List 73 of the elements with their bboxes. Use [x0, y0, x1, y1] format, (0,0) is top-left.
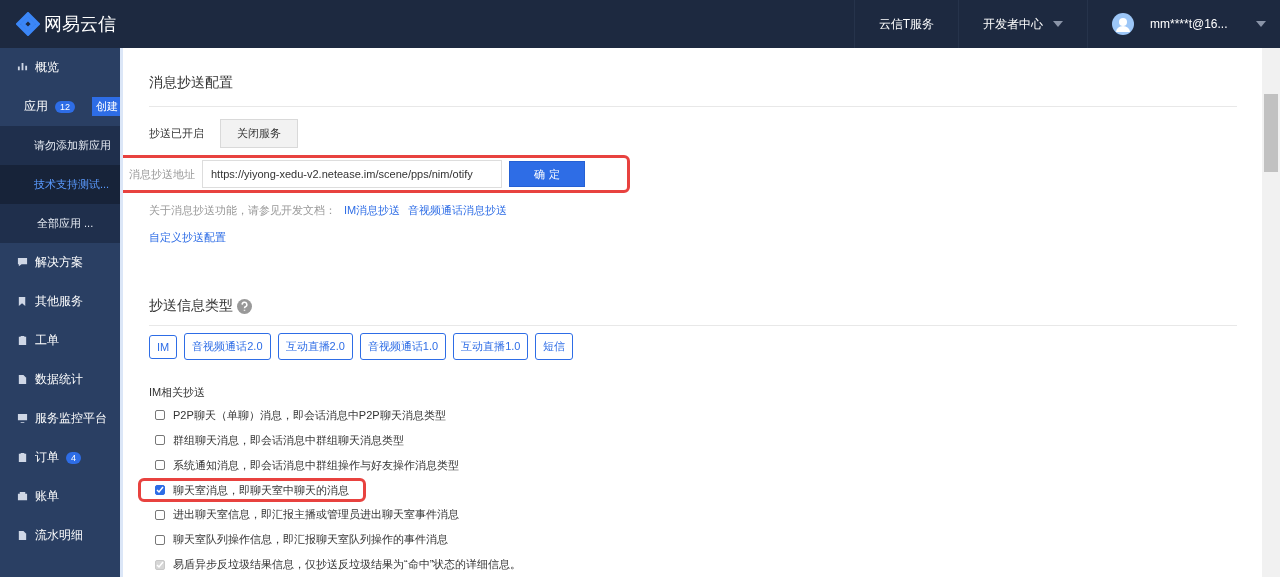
sidebar-label: 订单 — [35, 449, 59, 466]
type-tag[interactable]: IM — [149, 334, 178, 359]
section-title: 抄送信息类型 — [149, 297, 233, 315]
count-badge: 12 — [55, 100, 75, 113]
sidebar-item[interactable]: 应用 12 创建 — [0, 87, 120, 126]
option-label: 进出聊天室信息，即汇报主播或管理员进出聊天室事件消息 — [173, 507, 459, 523]
document-icon — [17, 374, 28, 385]
doc-link[interactable]: IM消息抄送 — [344, 203, 401, 218]
scrollbar-thumb[interactable] — [1264, 94, 1278, 172]
sidebar-item[interactable]: 概览 — [0, 48, 120, 87]
bookmark-icon — [17, 296, 28, 307]
monitor-icon — [17, 413, 28, 424]
sidebar-item[interactable]: 工单 — [0, 321, 120, 360]
sidebar-item[interactable]: 流水明细 — [0, 516, 120, 555]
option-label: 聊天室消息，即聊天室中聊天的消息 — [173, 482, 349, 498]
sidebar-label: 数据统计 — [35, 371, 83, 388]
sidebar-item[interactable]: 解决方案 — [0, 243, 120, 282]
sidebar-item[interactable]: 账单 — [0, 477, 120, 516]
sidebar-item[interactable]: 服务监控平台 — [0, 399, 120, 438]
document-icon — [17, 530, 28, 541]
checkbox[interactable] — [155, 435, 165, 446]
sidebar-label: 工单 — [35, 332, 59, 349]
count-badge: 4 — [66, 451, 81, 464]
sidebar-item[interactable]: 订单 4 — [0, 438, 120, 477]
option-label: 聊天室队列操作信息，即汇报聊天室队列操作的事件消息 — [173, 532, 448, 548]
group-title: IM相关抄送 — [149, 385, 207, 400]
checkbox[interactable] — [155, 460, 165, 471]
option-label: 易盾异步反垃圾结果信息，仅抄送反垃圾结果为“命中”状态的详细信息。 — [173, 557, 522, 573]
custom-config-link[interactable]: 自定义抄送配置 — [149, 230, 226, 245]
checkbox[interactable] — [155, 534, 165, 545]
sidebar-label: 账单 — [35, 488, 59, 505]
help-icon[interactable] — [237, 298, 252, 314]
checkbox[interactable] — [155, 485, 165, 495]
sidebar-item[interactable]: 其他服务 — [0, 282, 120, 321]
sidebar-label: 概览 — [35, 59, 59, 76]
clipboard-icon — [17, 335, 28, 346]
sidebar-item[interactable]: 数据统计 — [0, 360, 120, 399]
sidebar-subitem[interactable]: 技术支持测试... — [0, 165, 120, 204]
help-note: 关于消息抄送功能，请参见开发文档： — [149, 203, 336, 218]
url-input[interactable]: https://yiyong-xedu-v2.netease.im/scene/pps/nim/otify — [202, 160, 502, 188]
user-name: mm****t@16... — [1150, 17, 1229, 31]
sidebar-label: 应用 — [24, 98, 48, 115]
chat-icon — [17, 257, 28, 268]
wallet-icon — [17, 491, 28, 502]
caret-icon — [1256, 21, 1266, 27]
close-service-button[interactable]: 关闭服务 — [220, 119, 298, 148]
brand-name: 网易云信 — [44, 13, 116, 36]
avatar-icon — [1112, 13, 1134, 35]
section-title: 消息抄送配置 — [149, 68, 1237, 107]
create-button[interactable]: 创建 — [92, 97, 120, 116]
type-tag[interactable]: 音视频通话2.0 — [184, 333, 271, 360]
clipboard-icon — [17, 452, 28, 463]
sidebar-label: 解决方案 — [35, 254, 83, 271]
doc-link[interactable]: 音视频通话消息抄送 — [408, 203, 508, 218]
option-label: 系统通知消息，即会话消息中群组操作与好友操作消息类型 — [173, 457, 459, 473]
logo-icon — [16, 12, 40, 36]
sidebar-label: 其他服务 — [35, 293, 83, 310]
sidebar-label: 服务监控平台 — [35, 410, 107, 427]
bar-chart-icon — [17, 62, 28, 73]
type-tag[interactable]: 音视频通话1.0 — [359, 333, 447, 360]
status-label: 抄送已开启 — [149, 126, 205, 141]
confirm-button[interactable]: 确 定 — [509, 161, 585, 187]
type-tag[interactable]: 互动直播2.0 — [277, 333, 353, 360]
type-tag[interactable]: 短信 — [535, 333, 574, 360]
option-label: P2P聊天（单聊）消息，即会话消息中P2P聊天消息类型 — [173, 407, 446, 423]
sidebar-label: 流水明细 — [35, 527, 83, 544]
field-label: 消息抄送地址 — [129, 166, 195, 182]
checkbox[interactable] — [155, 509, 165, 520]
type-tag[interactable]: 互动直播1.0 — [453, 333, 529, 360]
sidebar-subitem[interactable]: 全部应用 ... — [0, 204, 120, 243]
sidebar-subitem[interactable]: 请勿添加新应用 — [0, 126, 120, 165]
option-label: 群组聊天消息，即会话消息中群组聊天消息类型 — [173, 432, 404, 448]
checkbox[interactable] — [155, 410, 165, 421]
